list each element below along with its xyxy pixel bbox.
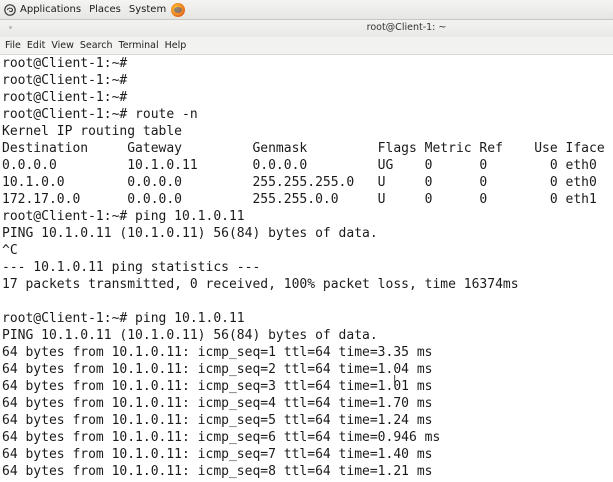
ping-reply-line: 64 bytes from 10.1.0.11: icmp_seq=6 ttl=…	[2, 430, 441, 445]
terminal-line: root@Client-1:~# route -n	[2, 107, 198, 122]
terminal-output[interactable]: root@Client-1:~# root@Client-1:~# root@C…	[0, 55, 613, 482]
routing-table-row: 10.1.0.0 0.0.0.0 255.255.255.0 U 0 0 0 e…	[2, 175, 597, 190]
terminal-line: root@Client-1:~# ping 10.1.0.11	[2, 209, 245, 224]
ping-reply-line: 64 bytes from 10.1.0.11: icmp_seq=1 ttl=…	[2, 345, 433, 360]
firefox-icon[interactable]	[171, 2, 186, 17]
ping-reply-line: 64 bytes from 10.1.0.11: icmp_seq=7 ttl=…	[2, 447, 433, 462]
window-title: root@Client-1: ~	[366, 22, 447, 33]
routing-table-header: Destination Gateway Genmask Flags Metric…	[2, 141, 605, 156]
applications-menu[interactable]: Applications	[20, 4, 81, 15]
menu-terminal[interactable]: Terminal	[119, 40, 159, 51]
terminal-line: root@Client-1:~#	[2, 90, 128, 105]
top-panel: Applications Places System	[0, 0, 613, 20]
menu-edit[interactable]: Edit	[27, 40, 45, 51]
ping-reply-line: 64 bytes from 10.1.0.11: icmp_seq=2 ttl=…	[2, 362, 433, 377]
terminal-menubar: File Edit View Search Terminal Help	[0, 37, 613, 55]
terminal-line: root@Client-1:~#	[2, 56, 128, 71]
menu-view[interactable]: View	[51, 40, 74, 51]
ping-reply-line: 64 bytes from 10.1.0.11: icmp_seq=5 ttl=…	[2, 413, 433, 428]
ping-reply-line: 64 bytes from 10.1.0.11: icmp_seq=8 ttl=…	[2, 464, 433, 479]
distro-logo-icon[interactable]	[4, 3, 16, 16]
routing-table-row: 172.17.0.0 0.0.0.0 255.255.0.0 U 0 0 0 e…	[2, 192, 597, 207]
menu-help[interactable]: Help	[165, 40, 187, 51]
terminal-line: --- 10.1.0.11 ping statistics ---	[2, 260, 261, 275]
terminal-line: root@Client-1:~#	[2, 73, 128, 88]
text-cursor-icon: I	[393, 373, 397, 386]
places-menu[interactable]: Places	[89, 4, 121, 15]
routing-table-row: 0.0.0.0 10.1.0.11 0.0.0.0 UG 0 0 0 eth0	[2, 158, 597, 173]
terminal-line: Kernel IP routing table	[2, 124, 183, 139]
terminal-line: PING 10.1.0.11 (10.1.0.11) 56(84) bytes …	[2, 226, 378, 241]
terminal-line: ^C	[2, 243, 18, 258]
menu-file[interactable]: File	[5, 40, 21, 51]
terminal-line: 17 packets transmitted, 0 received, 100%…	[2, 277, 519, 292]
menu-search[interactable]: Search	[80, 40, 113, 51]
ping-reply-line: 64 bytes from 10.1.0.11: icmp_seq=3 ttl=…	[2, 379, 433, 394]
window-titlebar[interactable]: root@Client-1: ~	[0, 20, 613, 37]
terminal-line: root@Client-1:~# ping 10.1.0.11	[2, 311, 245, 326]
system-menu[interactable]: System	[129, 4, 166, 15]
terminal-line: PING 10.1.0.11 (10.1.0.11) 56(84) bytes …	[2, 328, 378, 343]
ping-reply-line: 64 bytes from 10.1.0.11: icmp_seq=4 ttl=…	[2, 396, 433, 411]
